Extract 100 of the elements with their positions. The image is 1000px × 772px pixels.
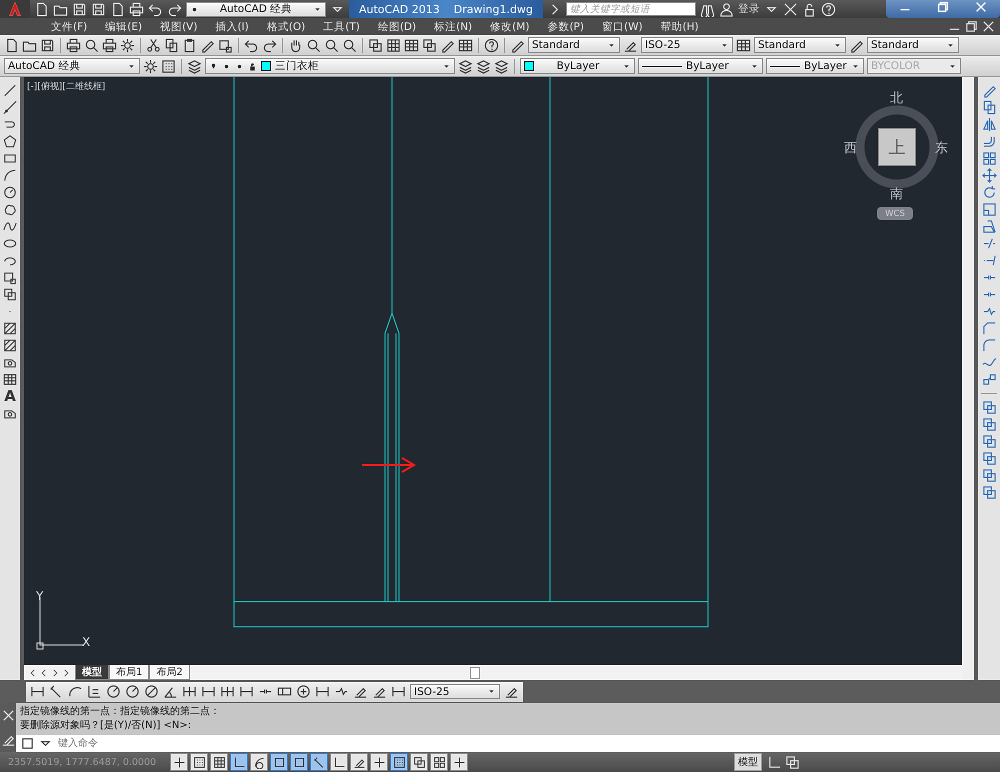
viewcube-face[interactable]: 上 — [878, 128, 916, 166]
menu-item[interactable]: 插入(I) — [206, 20, 258, 34]
scrollbar-thumb[interactable] — [470, 666, 480, 678]
undo-icon[interactable] — [244, 38, 259, 52]
make-block-icon[interactable] — [3, 287, 17, 302]
mirror-icon[interactable] — [982, 117, 996, 132]
layer-states-icon[interactable] — [494, 58, 509, 74]
viewport-label[interactable]: [-][俯视][二维线框] — [27, 80, 106, 93]
layer-previous-icon[interactable] — [476, 58, 491, 74]
dimension-update-icon[interactable] — [391, 684, 406, 699]
layout-tab[interactable]: 布局1 — [109, 665, 150, 680]
undo-icon[interactable] — [148, 2, 163, 16]
diameter-dimension-icon[interactable] — [144, 684, 159, 699]
workspace-dropdown[interactable]: AutoCAD 经典 — [4, 58, 140, 74]
quick-view-layouts-icon[interactable] — [767, 754, 782, 770]
paste-icon[interactable] — [182, 38, 197, 52]
new-file-icon[interactable] — [34, 2, 49, 16]
scale-icon[interactable] — [982, 202, 996, 217]
exchange-icon[interactable] — [782, 2, 798, 16]
copy-icon[interactable] — [164, 38, 179, 52]
rotate-icon[interactable] — [982, 185, 996, 200]
north-label[interactable]: 北 — [890, 89, 903, 107]
sheet-set-icon[interactable] — [422, 38, 437, 52]
pan-icon[interactable] — [288, 38, 303, 52]
layer-properties-icon[interactable] — [187, 58, 202, 74]
move-icon[interactable] — [982, 168, 996, 183]
stretch-icon[interactable] — [982, 219, 996, 234]
inspection-icon[interactable] — [315, 684, 330, 699]
south-label[interactable]: 南 — [890, 185, 903, 203]
help-icon[interactable] — [484, 38, 499, 52]
center-mark-icon[interactable] — [296, 684, 311, 699]
construction-line-icon[interactable] — [3, 100, 17, 115]
hatch-icon[interactable] — [3, 321, 17, 336]
zoom-previous-icon[interactable] — [342, 38, 357, 52]
jogged-dimension-icon[interactable] — [125, 684, 140, 699]
workspace-dropdown[interactable]: AutoCAD 经典 — [186, 2, 326, 16]
restore-icon[interactable] — [964, 19, 979, 34]
menu-item[interactable]: 帮助(H) — [652, 20, 708, 34]
layout-tab[interactable]: 模型 — [75, 665, 109, 680]
menu-item[interactable]: 视图(V) — [151, 20, 206, 34]
menu-item[interactable]: 窗口(W) — [592, 20, 652, 34]
menu-item[interactable]: 格式(O) — [258, 20, 314, 34]
chamfer-icon[interactable] — [982, 321, 996, 336]
print-preview-icon[interactable] — [84, 38, 99, 52]
workspace-settings-icon[interactable] — [143, 58, 158, 74]
west-label[interactable]: 西 — [844, 139, 857, 157]
make-current-layer-icon[interactable] — [458, 58, 473, 74]
bring-above-icon[interactable] — [982, 434, 996, 449]
array-icon[interactable] — [982, 151, 996, 166]
zoom-realtime-icon[interactable] — [306, 38, 321, 52]
publish-icon[interactable] — [110, 2, 125, 16]
fillet-icon[interactable] — [982, 338, 996, 353]
linear-dimension-icon[interactable] — [30, 684, 45, 699]
search-field[interactable]: 键入关键字或短语 — [566, 2, 696, 16]
tool-palettes-icon[interactable] — [404, 38, 419, 52]
menu-item[interactable]: 绘图(D) — [368, 20, 426, 34]
extend-icon[interactable] — [982, 253, 996, 268]
table-icon[interactable] — [3, 372, 17, 387]
redo-icon[interactable] — [167, 2, 182, 16]
new-file-icon[interactable] — [4, 38, 19, 52]
menu-item[interactable]: 参数(P) — [538, 20, 593, 34]
zoom-window-icon[interactable] — [324, 38, 339, 52]
save-icon[interactable] — [40, 38, 55, 52]
table-style-icon[interactable] — [736, 38, 751, 52]
quick-view-drawings-icon[interactable] — [785, 754, 800, 770]
quick-dimension-icon[interactable] — [182, 684, 197, 699]
multileader-style-dropdown[interactable]: Standard — [867, 37, 959, 53]
block-editor-icon[interactable] — [218, 38, 233, 52]
command-prompt-icon[interactable] — [20, 736, 35, 751]
lineweight-dropdown[interactable]: ByLayer — [766, 58, 864, 74]
explode-icon[interactable] — [982, 372, 996, 387]
vertical-scrollbar[interactable] — [962, 77, 974, 680]
arc-icon[interactable] — [3, 168, 17, 183]
revision-cloud-icon[interactable] — [3, 202, 17, 217]
sign-in-link[interactable]: 登录 — [738, 2, 760, 16]
dimension-style-dropdown[interactable]: ISO-25 — [641, 37, 733, 53]
menu-item[interactable]: 编辑(E) — [96, 20, 152, 34]
ordinate-dimension-icon[interactable] — [87, 684, 102, 699]
text-style-dropdown[interactable]: Standard — [528, 37, 620, 53]
linetype-dropdown[interactable]: ByLayer — [638, 58, 763, 74]
close-icon[interactable] — [0, 708, 16, 723]
erase-icon[interactable] — [982, 83, 996, 98]
radius-dimension-icon[interactable] — [106, 684, 121, 699]
polygon-icon[interactable] — [3, 134, 17, 149]
toolbar-lock-icon[interactable] — [161, 58, 176, 74]
gradient-icon[interactable] — [3, 338, 17, 353]
layout-tab[interactable]: 布局2 — [149, 665, 190, 680]
design-center-icon[interactable] — [386, 38, 401, 52]
insert-block-icon[interactable] — [3, 270, 17, 285]
offset-icon[interactable] — [982, 134, 996, 149]
east-label[interactable]: 东 — [935, 139, 948, 157]
menu-item[interactable]: 工具(T) — [314, 20, 369, 34]
table-style-dropdown[interactable]: Standard — [754, 37, 846, 53]
line-icon[interactable] — [3, 83, 17, 98]
trim-icon[interactable] — [982, 236, 996, 251]
calculator-icon[interactable] — [458, 38, 473, 52]
color-dropdown[interactable]: ByLayer — [520, 58, 635, 74]
properties-icon[interactable] — [368, 38, 383, 52]
redo-icon[interactable] — [262, 38, 277, 52]
send-to-back-icon[interactable] — [982, 417, 996, 432]
